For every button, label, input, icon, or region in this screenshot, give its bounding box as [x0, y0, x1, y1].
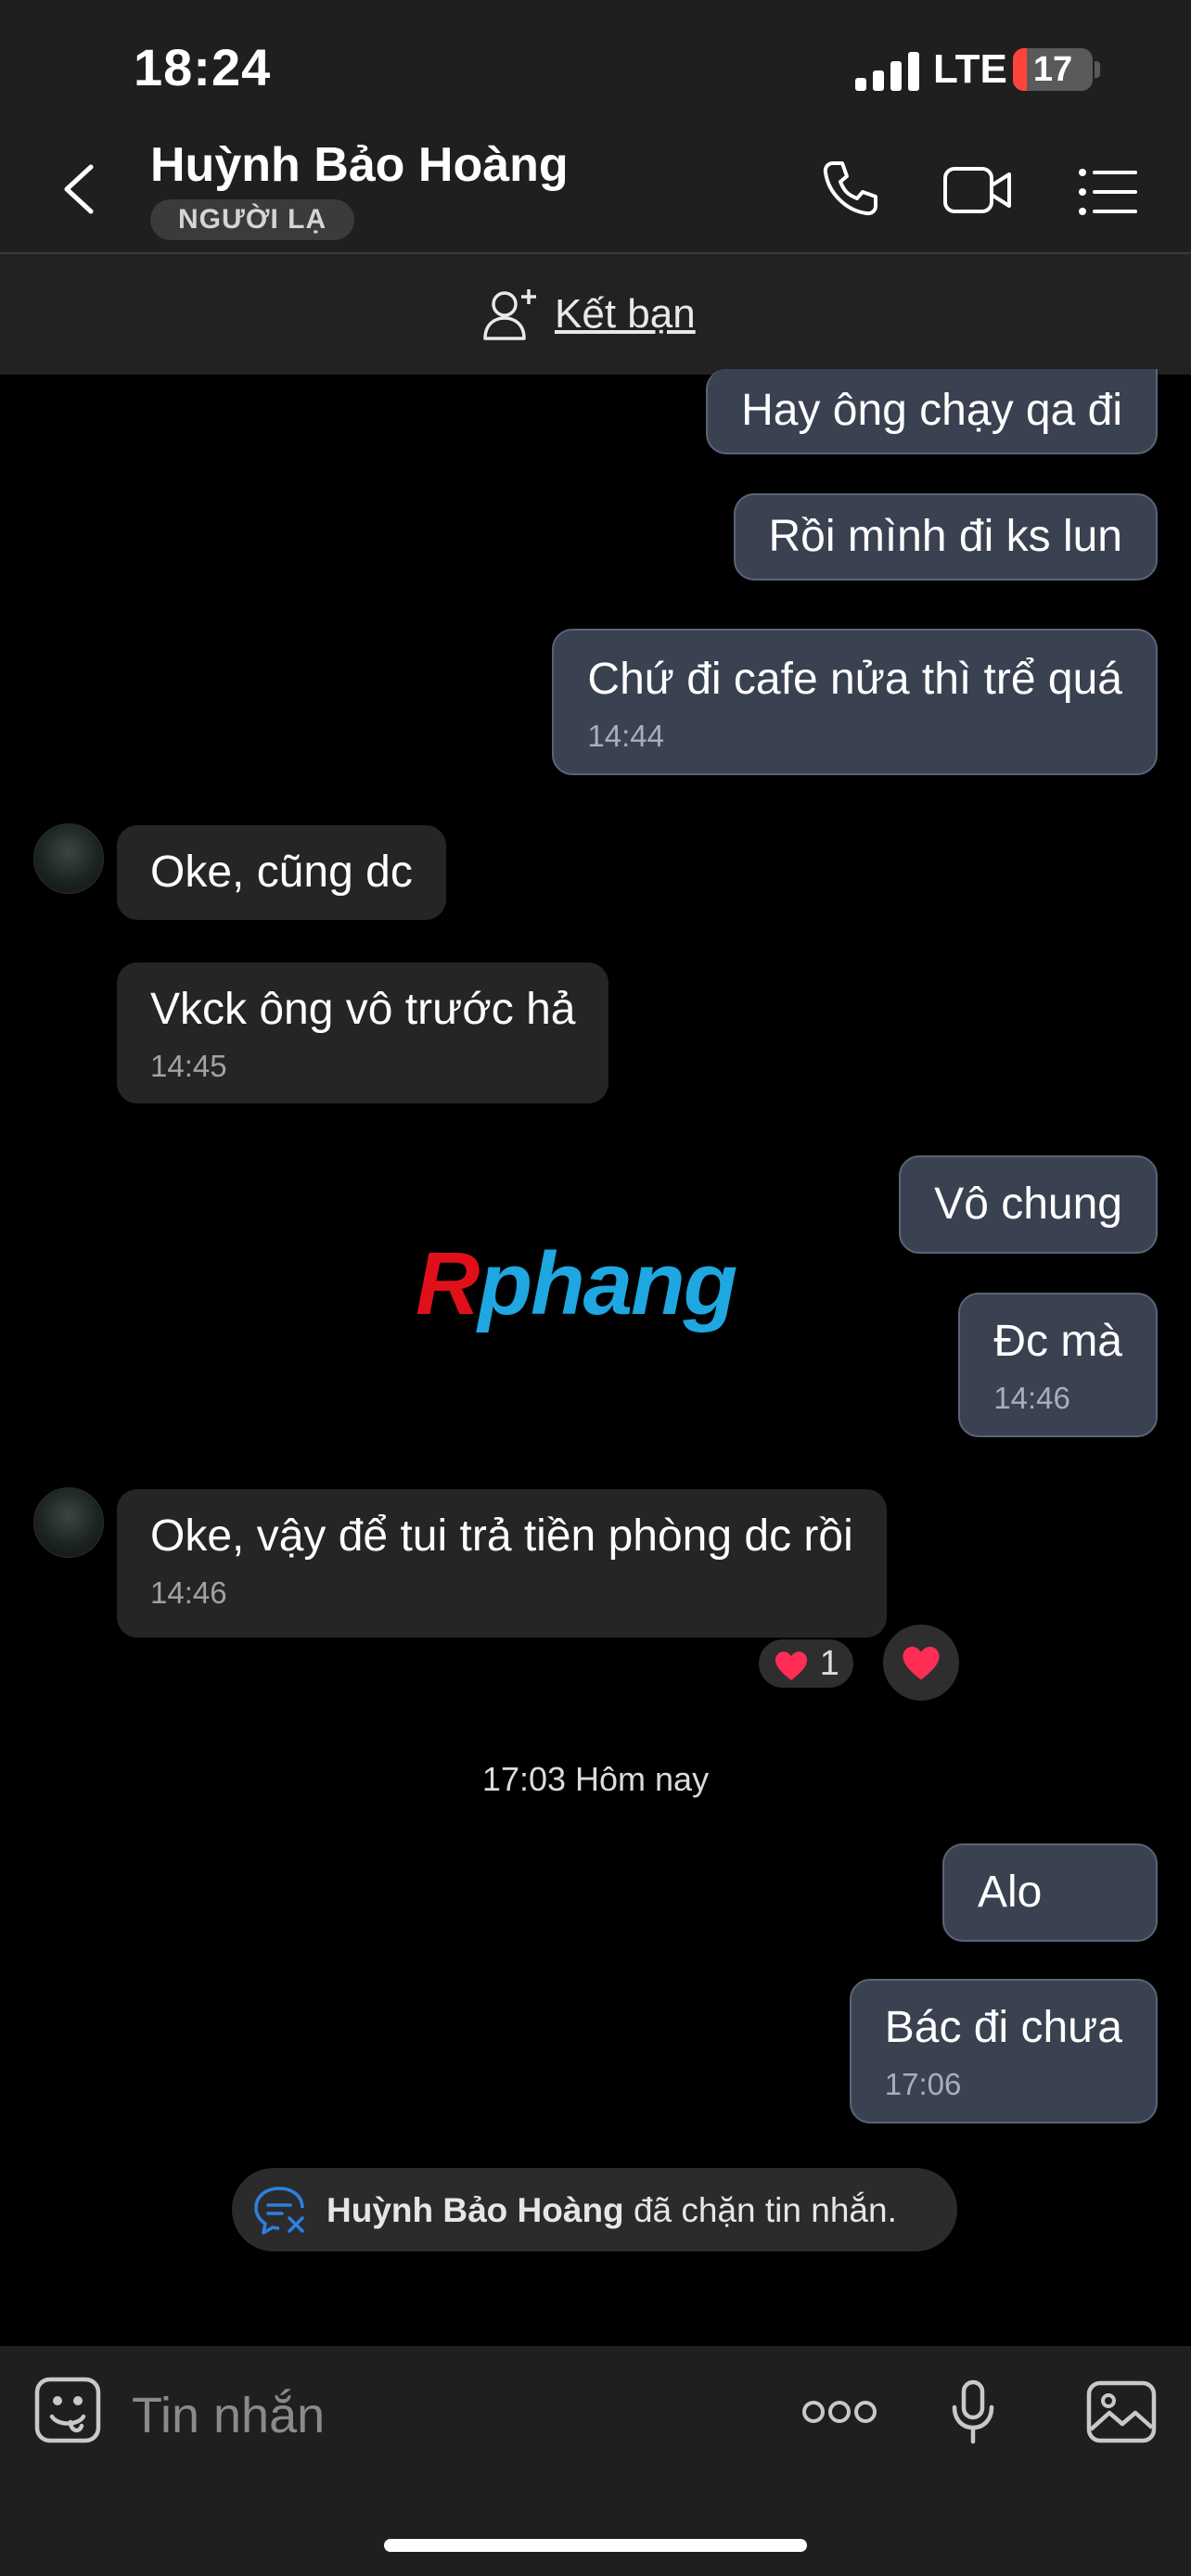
message-bubble-outgoing[interactable]: Alo: [942, 1843, 1158, 1942]
message-text: Đc mà: [993, 1317, 1122, 1366]
blocked-chat-icon: [254, 2187, 304, 2235]
message-text: Bác đi chưa: [884, 2003, 1122, 2052]
message-bubble-incoming[interactable]: Oke, cũng dc: [117, 825, 446, 920]
message-text: Hay ông chạy qa đi: [741, 386, 1122, 435]
menu-list-icon[interactable]: [1078, 167, 1137, 217]
message-time: 14:45: [150, 1049, 227, 1083]
message-input[interactable]: [130, 2385, 727, 2446]
contact-name[interactable]: Huỳnh Bảo Hoàng: [150, 137, 569, 193]
avatar[interactable]: [33, 823, 104, 894]
back-icon[interactable]: [59, 163, 98, 215]
heart-icon: [903, 1646, 940, 1680]
add-friend-link[interactable]: Kết bạn: [555, 287, 696, 341]
reaction-count: 1: [819, 1644, 839, 1683]
message-text: Vkck ông vô trước hả: [150, 985, 576, 1034]
message-bubble-outgoing[interactable]: Hay ông chạy qa đi: [706, 369, 1158, 454]
reaction-summary[interactable]: 1: [759, 1639, 853, 1688]
message-text: Oke, cũng dc: [150, 848, 413, 897]
signal-icon: [855, 50, 920, 91]
microphone-icon[interactable]: [950, 2379, 996, 2444]
message-text: Vô chung: [934, 1180, 1122, 1229]
battery-icon: 17: [1013, 48, 1093, 91]
network-label: LTE: [933, 46, 1007, 92]
watermark-logo: Rphang: [416, 1234, 737, 1333]
home-indicator[interactable]: [384, 2539, 807, 2552]
message-time: 14:46: [150, 1575, 227, 1610]
battery-tip: [1095, 61, 1100, 78]
message-bubble-outgoing[interactable]: Đc mà 14:46: [958, 1293, 1158, 1437]
more-icon[interactable]: [801, 2398, 877, 2426]
message-text: Chứ đi cafe nửa thì trể quá: [587, 655, 1122, 704]
blocked-user-name: Huỳnh Bảo Hoàng: [327, 2191, 624, 2229]
message-time: 17:06: [884, 2067, 962, 2101]
sticker-icon[interactable]: [33, 2376, 102, 2444]
day-separator: 17:03 Hôm nay: [481, 1760, 710, 1798]
message-bubble-incoming[interactable]: Oke, vậy để tui trả tiền phòng dc rồi 14…: [117, 1489, 887, 1638]
message-time: 14:46: [993, 1381, 1070, 1415]
video-call-icon[interactable]: [942, 163, 1013, 219]
message-bubble-outgoing[interactable]: Rồi mình đi ks lun: [733, 493, 1158, 580]
message-bubble-outgoing[interactable]: Bác đi chưa 17:06: [849, 1979, 1158, 2123]
add-person-icon[interactable]: [482, 287, 540, 341]
heart-icon: [775, 1651, 808, 1680]
battery-level: 17: [1032, 50, 1073, 89]
image-icon[interactable]: [1085, 2379, 1158, 2444]
message-text: Oke, vậy để tui trả tiền phòng dc rồi: [150, 1511, 853, 1561]
block-message: đã chặn tin nhắn.: [623, 2191, 897, 2229]
avatar[interactable]: [33, 1487, 104, 1558]
message-bubble-incoming[interactable]: Vkck ông vô trước hả 14:45: [117, 963, 609, 1103]
stranger-badge: NGƯỜI LẠ: [150, 199, 355, 240]
message-bubble-outgoing[interactable]: Vô chung: [899, 1155, 1158, 1254]
message-text: Rồi mình đi ks lun: [768, 512, 1123, 561]
message-bubble-outgoing[interactable]: Chứ đi cafe nửa thì trể quá 14:44: [552, 629, 1158, 775]
react-button[interactable]: [883, 1625, 959, 1701]
phone-icon[interactable]: [820, 158, 881, 219]
message-text: Alo: [978, 1868, 1043, 1917]
message-time: 14:44: [587, 719, 664, 753]
status-time: 18:24: [134, 38, 272, 96]
block-notice-text: Huỳnh Bảo Hoàng đã chặn tin nhắn.: [327, 2190, 897, 2231]
